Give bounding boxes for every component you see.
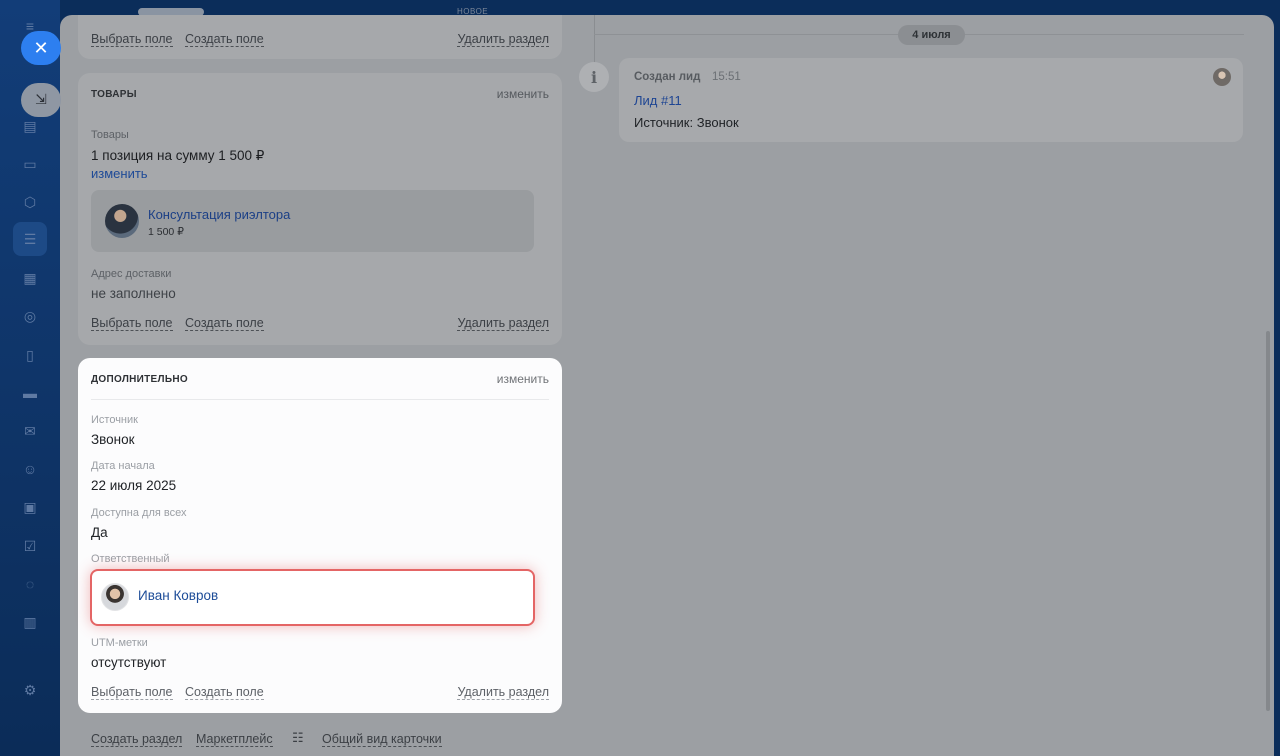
available-label: Доступна для всех <box>91 507 187 519</box>
product-name[interactable]: Консультация риэлтора <box>148 207 290 222</box>
collapse-icon: ⇲ <box>35 92 47 108</box>
card-title: ДОПОЛНИТЕЛЬНО <box>91 374 188 385</box>
event-title: Создан лид <box>634 71 701 83</box>
card-view-icon: ☷ <box>292 731 304 746</box>
select-field-link[interactable]: Выбрать поле <box>91 316 173 331</box>
hexagon-icon[interactable]: ⬡ <box>20 192 40 212</box>
delete-section-link[interactable]: Удалить раздел <box>457 32 549 47</box>
contacts-icon[interactable]: ☺ <box>20 459 40 479</box>
calendar-icon[interactable]: ▦ <box>20 268 40 288</box>
file-icon[interactable]: ▯ <box>20 345 40 365</box>
timeline-event: Создан лид 15:51 Лид #11 Источник: Звоно… <box>619 58 1243 142</box>
source-label: Источник <box>91 414 138 426</box>
responsible-name[interactable]: Иван Ковров <box>138 588 218 603</box>
delivery-label: Адрес доставки <box>91 268 172 280</box>
lead-slider-panel: Выбрать поле Создать поле Удалить раздел… <box>60 15 1274 756</box>
card-edit-link[interactable]: изменить <box>497 87 549 101</box>
start-date-value: 22 июля 2025 <box>91 478 177 493</box>
robot-icon[interactable]: ◎ <box>20 306 40 326</box>
previous-card: Выбрать поле Создать поле Удалить раздел <box>78 15 562 59</box>
collapse-button[interactable]: ⇲ <box>21 83 61 117</box>
document-icon[interactable]: ▤ <box>20 116 40 136</box>
goods-card: ТОВАРЫ изменить Товары 1 позиция на сумм… <box>78 73 562 345</box>
settings-icon[interactable]: ⚙ <box>20 680 40 700</box>
avatar <box>1213 68 1231 86</box>
scrollbar[interactable] <box>1266 331 1270 711</box>
goods-edit-link[interactable]: изменить <box>91 166 148 181</box>
delete-section-link[interactable]: Удалить раздел <box>457 685 549 700</box>
create-field-link[interactable]: Создать поле <box>185 316 264 331</box>
close-button[interactable]: ✕ <box>21 31 61 65</box>
lead-link[interactable]: Лид #11 <box>634 93 682 108</box>
card-title: ТОВАРЫ <box>91 89 137 100</box>
market-icon[interactable]: ◌ <box>20 574 40 594</box>
responsible-field[interactable]: Иван Ковров <box>90 569 535 626</box>
event-source: Источник: Звонок <box>634 115 739 130</box>
info-icon: i <box>579 62 609 92</box>
delete-section-link[interactable]: Удалить раздел <box>457 316 549 331</box>
card-edit-link[interactable]: изменить <box>497 372 549 386</box>
close-icon: ✕ <box>33 37 49 59</box>
product-image <box>105 204 139 238</box>
utm-value: отсутствуют <box>91 655 167 670</box>
checkbox-icon[interactable]: ☑ <box>20 536 40 556</box>
utm-label: UTM-метки <box>91 637 148 649</box>
select-field-link[interactable]: Выбрать поле <box>91 32 173 47</box>
chat-icon[interactable]: ▭ <box>20 154 40 174</box>
delivery-value: не заполнено <box>91 286 176 301</box>
mail-icon[interactable]: ✉ <box>20 421 40 441</box>
marketplace-link[interactable]: Маркетплейс <box>196 732 273 747</box>
event-time: 15:51 <box>712 71 741 83</box>
date-pill: 4 июля <box>898 25 965 45</box>
source-value: Звонок <box>91 432 135 447</box>
additional-card: ДОПОЛНИТЕЛЬНО изменить Источник Звонок Д… <box>78 358 562 713</box>
start-date-label: Дата начала <box>91 460 155 472</box>
table-icon[interactable]: ▥ <box>20 612 40 632</box>
divider <box>91 399 549 400</box>
funnel-icon[interactable]: ☰ <box>13 222 47 256</box>
product-item[interactable]: Консультация риэлтора 1 500 ₽ <box>91 190 534 252</box>
product-price: 1 500 ₽ <box>148 226 184 238</box>
available-value: Да <box>91 525 108 540</box>
responsible-label: Ответственный <box>91 553 170 565</box>
goods-value: 1 позиция на сумму 1 500 ₽ <box>91 148 265 163</box>
card-icon[interactable]: ▬ <box>20 383 40 403</box>
goods-label: Товары <box>91 129 129 141</box>
presentation-icon[interactable]: ▣ <box>20 497 40 517</box>
create-field-link[interactable]: Создать поле <box>185 32 264 47</box>
create-section-link[interactable]: Создать раздел <box>91 732 183 747</box>
create-field-link[interactable]: Создать поле <box>185 685 264 700</box>
general-view-link[interactable]: Общий вид карточки <box>322 732 442 747</box>
avatar <box>101 583 129 611</box>
select-field-link[interactable]: Выбрать поле <box>91 685 173 700</box>
